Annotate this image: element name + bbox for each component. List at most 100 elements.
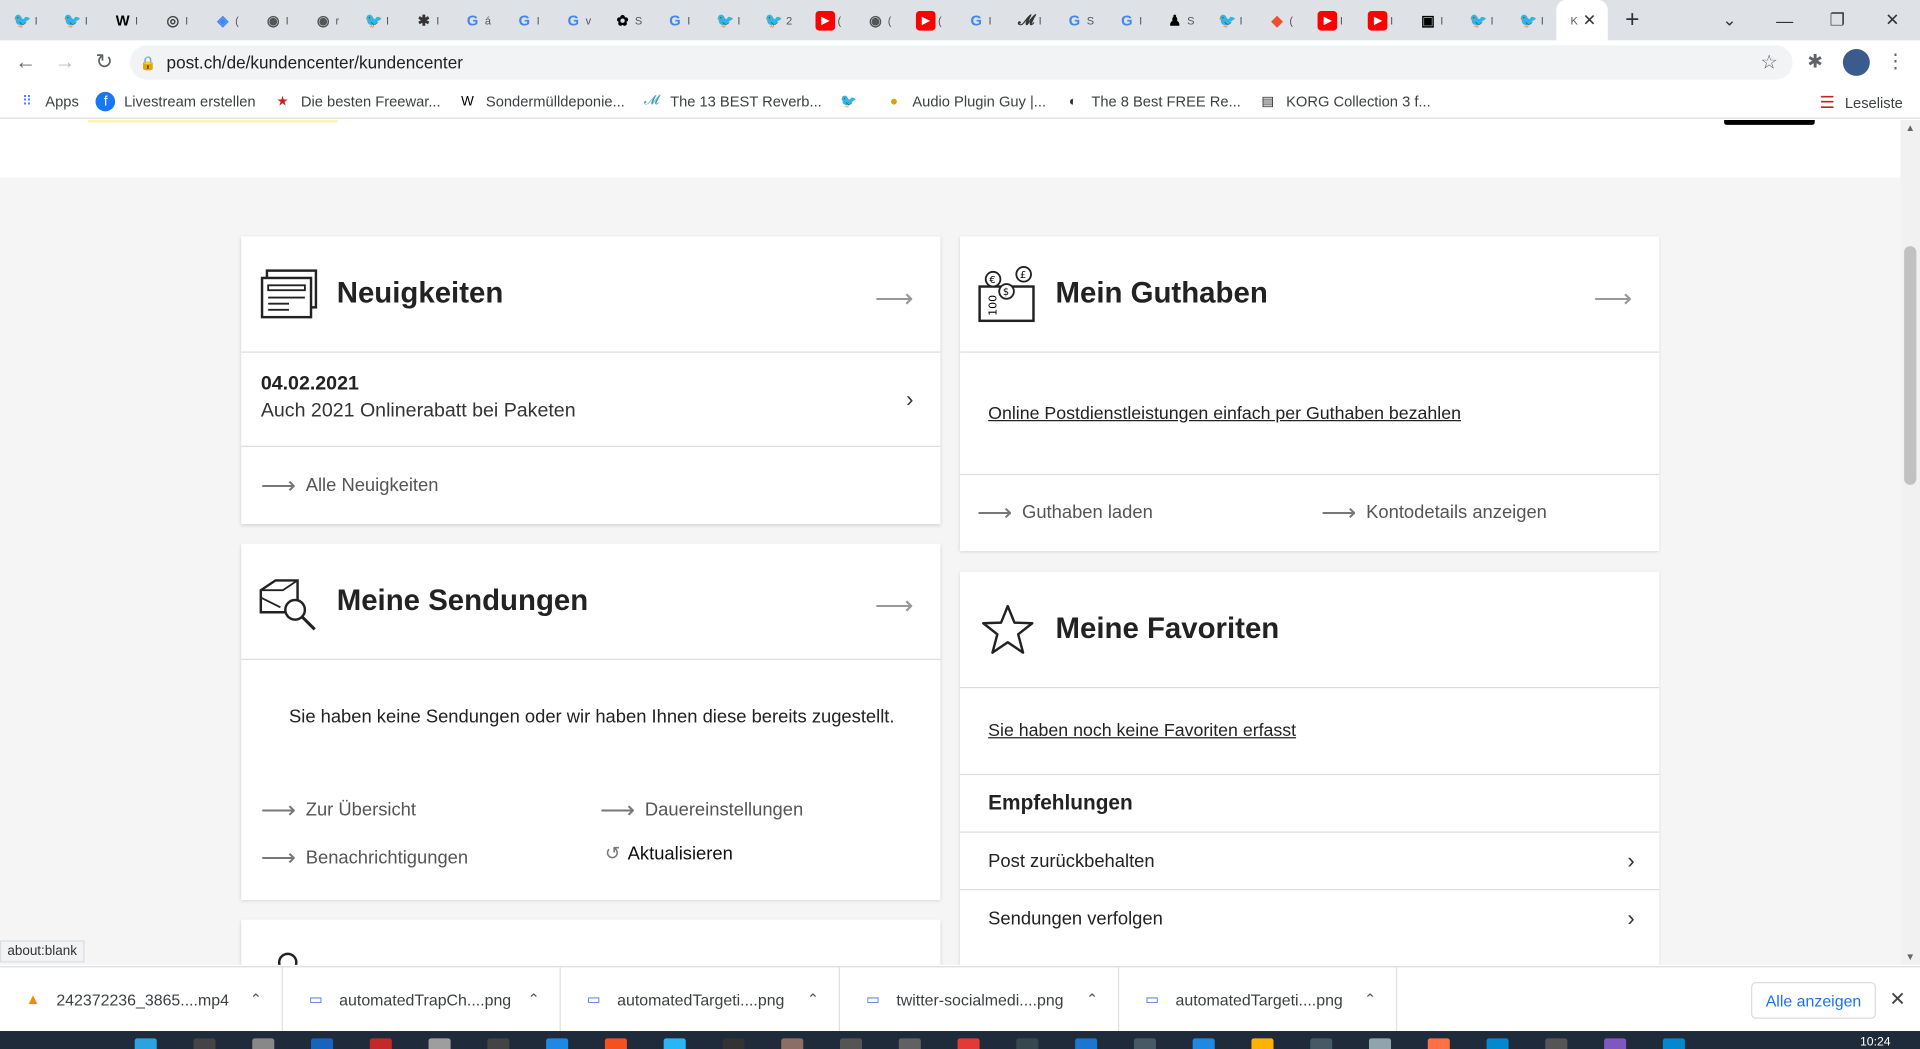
- taskbar-app-icon[interactable]: [1310, 1038, 1333, 1049]
- show-all-downloads-button[interactable]: Alle anzeigen: [1751, 982, 1876, 1019]
- overview-link[interactable]: ⟶ Zur Übersicht: [261, 795, 416, 826]
- taskbar-app-icon[interactable]: [1192, 1038, 1215, 1049]
- minimize-button[interactable]: —: [1757, 0, 1812, 40]
- browser-tab[interactable]: 🐦 I: [351, 0, 401, 40]
- scroll-up-icon[interactable]: ▲: [1905, 122, 1915, 133]
- taskbar-app-icon[interactable]: [428, 1038, 451, 1049]
- reload-icon[interactable]: ↻: [84, 50, 123, 74]
- browser-tab[interactable]: Gv: [552, 0, 602, 40]
- taskbar-app-icon[interactable]: [252, 1038, 275, 1049]
- news-card-header[interactable]: Neuigkeiten ⟶: [241, 236, 941, 353]
- browser-tab[interactable]: 🐦 I: [1506, 0, 1556, 40]
- back-icon[interactable]: ←: [6, 50, 45, 74]
- recommendation-item[interactable]: Post zurückbehalten ›: [960, 831, 1660, 889]
- taskbar-app-icon[interactable]: [840, 1038, 863, 1049]
- taskbar-app-icon[interactable]: [369, 1038, 392, 1049]
- close-tab-icon[interactable]: ✕: [1583, 10, 1596, 30]
- chevron-up-icon[interactable]: ⌃: [807, 991, 819, 1008]
- download-item[interactable]: ▭ automatedTrapCh....png ⌃: [283, 966, 561, 1032]
- forward-icon[interactable]: →: [45, 50, 84, 74]
- bookmark-item[interactable]: ★ Die besten Freewar...: [273, 91, 441, 111]
- browser-tab[interactable]: 🐦 I: [703, 0, 753, 40]
- news-item[interactable]: 04.02.2021 Auch 2021 Onlinerabatt bei Pa…: [241, 353, 941, 447]
- arrow-right-icon[interactable]: ⟶: [875, 590, 914, 622]
- lock-icon[interactable]: 🔒: [130, 54, 167, 71]
- taskbar-app-icon[interactable]: [546, 1038, 569, 1049]
- tab-search-icon[interactable]: ⌄: [1702, 0, 1757, 40]
- taskbar-app-icon[interactable]: [722, 1038, 745, 1049]
- all-news-link[interactable]: ⟶ Alle Neuigkeiten: [241, 447, 940, 523]
- browser-tab[interactable]: GI: [954, 0, 1004, 40]
- browser-tab[interactable]: ◉(: [853, 0, 903, 40]
- browser-tab[interactable]: WI: [100, 0, 150, 40]
- chevron-up-icon[interactable]: ⌃: [1086, 991, 1098, 1008]
- browser-tab[interactable]: ▶ I: [1305, 0, 1355, 40]
- extensions-icon[interactable]: ✱: [1807, 50, 1822, 72]
- scroll-down-icon[interactable]: ▼: [1905, 951, 1915, 962]
- browser-tab[interactable]: GS: [1054, 0, 1104, 40]
- browser-tab[interactable]: ◈(: [201, 0, 251, 40]
- taskbar-app-icon[interactable]: [1545, 1038, 1568, 1049]
- browser-tab[interactable]: ◉ I: [251, 0, 301, 40]
- scrollbar-thumb[interactable]: [1904, 246, 1917, 485]
- browser-tab[interactable]: ▶(: [904, 0, 954, 40]
- arrow-right-icon[interactable]: ⟶: [875, 283, 914, 315]
- taskbar-app-icon[interactable]: [134, 1038, 157, 1049]
- browser-tab[interactable]: 🐦 I: [1456, 0, 1506, 40]
- browser-tab[interactable]: ◉ r: [301, 0, 351, 40]
- balance-info-link[interactable]: Online Postdienstleistungen einfach per …: [988, 403, 1461, 423]
- browser-tab[interactable]: 🐦 I: [1205, 0, 1255, 40]
- taskbar-app-icon[interactable]: [1251, 1038, 1274, 1049]
- browser-tab[interactable]: Gá: [452, 0, 502, 40]
- browser-tab[interactable]: ✱ I: [402, 0, 452, 40]
- taskbar-app-icon[interactable]: [1662, 1038, 1685, 1049]
- bookmark-item[interactable]: ⠿ Apps: [17, 91, 79, 111]
- taskbar-app-icon[interactable]: [1604, 1038, 1627, 1049]
- browser-tab[interactable]: 🐦 I: [50, 0, 100, 40]
- close-window-button[interactable]: ✕: [1865, 0, 1920, 40]
- url-text[interactable]: post.ch/de/kundencenter/kundencenter: [167, 53, 463, 73]
- taskbar-app-icon[interactable]: [1016, 1038, 1039, 1049]
- maximize-button[interactable]: ❐: [1810, 0, 1865, 40]
- browser-tab[interactable]: GI: [653, 0, 703, 40]
- browser-tab[interactable]: ▣ I: [1406, 0, 1456, 40]
- taskbar-app-icon[interactable]: [311, 1038, 334, 1049]
- reading-list-button[interactable]: ☰ Leseliste: [1820, 92, 1903, 113]
- taskbar-app-icon[interactable]: [193, 1038, 216, 1049]
- close-shelf-icon[interactable]: ✕: [1889, 987, 1905, 1011]
- chevron-up-icon[interactable]: ⌃: [250, 991, 262, 1008]
- recommendation-item[interactable]: Sendungen verfolgen ›: [960, 888, 1660, 947]
- chevron-up-icon[interactable]: ⌃: [1364, 991, 1376, 1008]
- shipments-card-header[interactable]: Meine Sendungen ⟶: [241, 544, 941, 661]
- browser-tab[interactable]: ▶(: [803, 0, 853, 40]
- taskbar-app-icon[interactable]: [957, 1038, 980, 1049]
- download-item[interactable]: ▲ 242372236_3865....mp4 ⌃: [0, 966, 283, 1032]
- chevron-up-icon[interactable]: ⌃: [528, 991, 540, 1008]
- bookmark-item[interactable]: 𝓜 The 13 BEST Reverb...: [642, 91, 822, 111]
- profile-avatar[interactable]: [1842, 48, 1870, 76]
- taskbar-app-icon[interactable]: [898, 1038, 921, 1049]
- browser-tab[interactable]: 🐦 2: [753, 0, 803, 40]
- download-item[interactable]: ▭ automatedTargeti....png ⌃: [1119, 966, 1398, 1032]
- kebab-menu-icon[interactable]: ⋮: [1886, 49, 1906, 73]
- taskbar-app-icon[interactable]: [663, 1038, 686, 1049]
- taskbar-app-icon[interactable]: [1133, 1038, 1156, 1049]
- download-item[interactable]: ▭ twitter-socialmedi....png ⌃: [840, 966, 1120, 1032]
- browser-tab[interactable]: ▶ I: [1356, 0, 1406, 40]
- bookmark-item[interactable]: W Sondermülldeponie...: [458, 91, 625, 111]
- notifications-link[interactable]: ⟶ Benachrichtigungen: [261, 842, 468, 873]
- arrow-right-icon[interactable]: ⟶: [1594, 283, 1633, 315]
- download-item[interactable]: ▭ automatedTargeti....png ⌃: [561, 966, 841, 1032]
- browser-tab[interactable]: GI: [1104, 0, 1154, 40]
- bookmark-item[interactable]: 🐦: [839, 91, 867, 111]
- browser-tab[interactable]: 𝓜I: [1004, 0, 1054, 40]
- taskbar-app-icon[interactable]: [1075, 1038, 1098, 1049]
- browser-tab[interactable]: GI: [502, 0, 552, 40]
- taskbar-app-icon[interactable]: [1486, 1038, 1509, 1049]
- browser-tab[interactable]: ♟ S: [1155, 0, 1205, 40]
- refresh-link[interactable]: ↺ Aktualisieren: [605, 842, 733, 864]
- balance-card-header[interactable]: € $ £100 Mein Guthaben ⟶: [960, 236, 1660, 353]
- bookmark-item[interactable]: ▤ KORG Collection 3 f...: [1258, 91, 1430, 111]
- page-scrollbar[interactable]: ▲ ▼: [1900, 120, 1920, 965]
- address-bar[interactable]: 🔒 post.ch/de/kundencenter/kundencenter ☆: [129, 45, 1793, 80]
